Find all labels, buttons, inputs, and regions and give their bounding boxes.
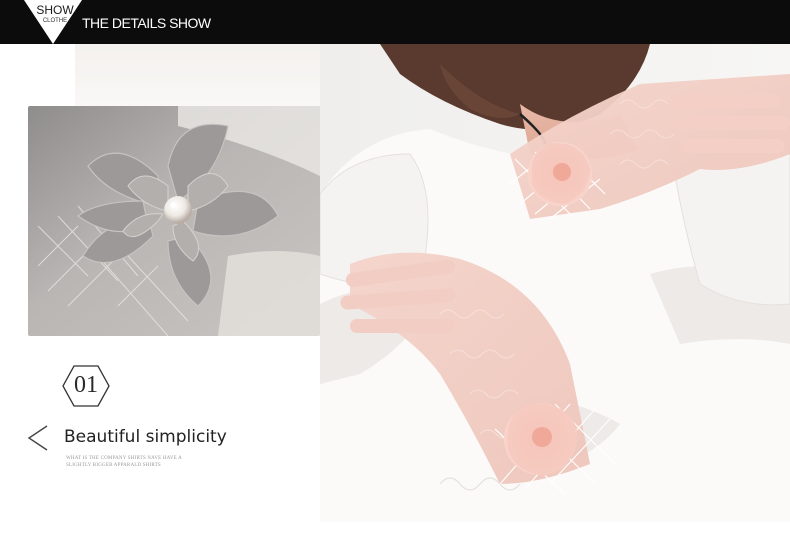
bottom-strip: [320, 522, 790, 537]
feature-caption-line-2: SLIGHTLY BIGGER APPARALD SHIRTS: [66, 463, 161, 468]
badge-label-clothe: CLOTHE: [42, 18, 68, 24]
chevron-left-icon[interactable]: [25, 424, 51, 452]
detail-photo: [28, 106, 320, 336]
product-detail-page: SHOW CLOTHE THE DETAILS SHOW 01 Beautifu…: [0, 0, 790, 537]
badge-label-show: SHOW: [36, 3, 74, 17]
main-product-photo: [320, 44, 790, 522]
feature-number: 01: [74, 372, 98, 398]
page-title: THE DETAILS SHOW: [82, 15, 211, 31]
feature-headline: Beautiful simplicity: [64, 427, 227, 447]
left-backdrop: [75, 44, 325, 108]
feature-caption-line-1: WHAT IS THE COMPANY SHIRTS NAVE HAVE A: [66, 456, 182, 461]
